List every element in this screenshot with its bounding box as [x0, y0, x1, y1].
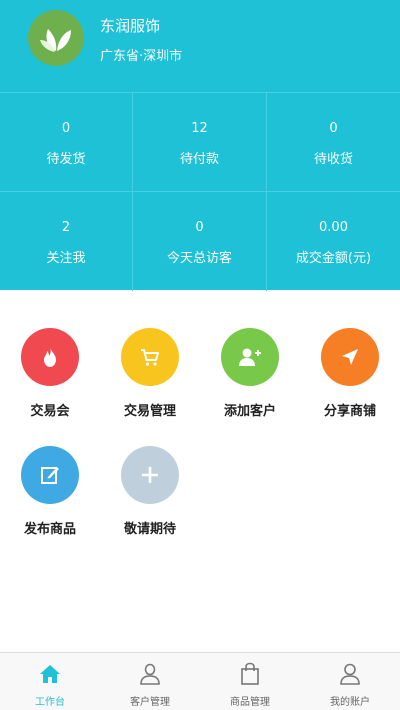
action-share-shop[interactable]: 分享商铺: [300, 328, 400, 419]
action-add-customer[interactable]: 添加客户: [200, 328, 300, 419]
action-trade-management[interactable]: 交易管理: [100, 328, 200, 419]
plus-icon: [142, 467, 158, 483]
action-trade-fair[interactable]: 交易会: [0, 328, 100, 419]
shop-name: 东润服饰: [100, 17, 161, 35]
tab-label: 工作台: [35, 697, 65, 708]
stat-transaction-amount[interactable]: 0.00 成交金额(元): [267, 192, 400, 291]
stat-pending-payment[interactable]: 12 待付款: [133, 93, 267, 192]
action-grid: 交易会 交易管理 添加客户 分享商铺 发布商品 敬请期待: [0, 290, 400, 652]
stat-today-visitors[interactable]: 0 今天总访客: [133, 192, 267, 291]
stat-value: 0: [61, 121, 71, 136]
action-circle: [21, 328, 79, 386]
stat-pending-receipt[interactable]: 0 待收货: [267, 93, 400, 192]
stat-value: 0.00: [319, 220, 348, 235]
person-icon: [140, 663, 160, 685]
action-coming-soon[interactable]: 敬请期待: [100, 446, 200, 537]
stat-value: 12: [191, 121, 208, 136]
action-label: 交易会: [30, 404, 70, 419]
action-circle: [321, 328, 379, 386]
tab-label: 商品管理: [230, 697, 270, 708]
stat-label: 待发货: [46, 152, 86, 167]
tab-product-management[interactable]: 商品管理: [200, 653, 300, 710]
stat-pending-shipment[interactable]: 0 待发货: [0, 93, 133, 192]
send-icon: [342, 349, 358, 365]
action-label: 添加客户: [223, 404, 276, 419]
action-circle: [221, 328, 279, 386]
stat-value: 0: [195, 220, 204, 235]
shop-location: 广东省·深圳市: [100, 49, 183, 64]
shop-avatar: [28, 10, 84, 66]
stat-label: 待收货: [313, 152, 353, 167]
action-label: 交易管理: [123, 404, 176, 419]
shop-profile[interactable]: 东润服饰 广东省·深圳市: [0, 0, 400, 92]
action-circle: [121, 446, 179, 504]
home-icon: [40, 665, 60, 683]
tab-my-account[interactable]: 我的账户: [300, 653, 400, 710]
tab-workbench[interactable]: 工作台: [0, 653, 100, 710]
user-icon: [340, 663, 360, 685]
stat-followers[interactable]: 2 关注我: [0, 192, 133, 291]
flame-icon: [44, 347, 56, 367]
stat-value: 0: [329, 121, 338, 136]
tab-label: 我的账户: [330, 697, 370, 708]
tab-customer-management[interactable]: 客户管理: [100, 653, 200, 710]
tab-label: 客户管理: [130, 697, 170, 708]
header-panel: 东润服饰 广东省·深圳市 0 待发货 12 待付款 0 待收货 2 关注我 0 …: [0, 0, 400, 291]
action-label: 发布商品: [23, 522, 76, 537]
add-user-icon: [239, 348, 261, 366]
action-label: 分享商铺: [323, 404, 376, 419]
action-circle: [21, 446, 79, 504]
stat-label: 待付款: [179, 152, 219, 167]
stats-grid: 0 待发货 12 待付款 0 待收货 2 关注我 0 今天总访客 0.00 成交…: [0, 92, 400, 291]
stat-label: 成交金额(元): [295, 251, 372, 266]
leaf-logo-icon: [40, 29, 71, 52]
bottom-tab-bar: 工作台 客户管理 商品管理 我的账户: [0, 652, 400, 710]
stat-label: 关注我: [46, 251, 86, 266]
action-publish-product[interactable]: 发布商品: [0, 446, 100, 537]
action-label: 敬请期待: [123, 522, 176, 537]
stat-label: 今天总访客: [166, 251, 232, 266]
edit-icon: [41, 467, 59, 484]
bag-icon: [241, 662, 259, 685]
action-circle: [121, 328, 179, 386]
cart-icon: [141, 349, 159, 366]
stat-value: 2: [61, 220, 71, 235]
